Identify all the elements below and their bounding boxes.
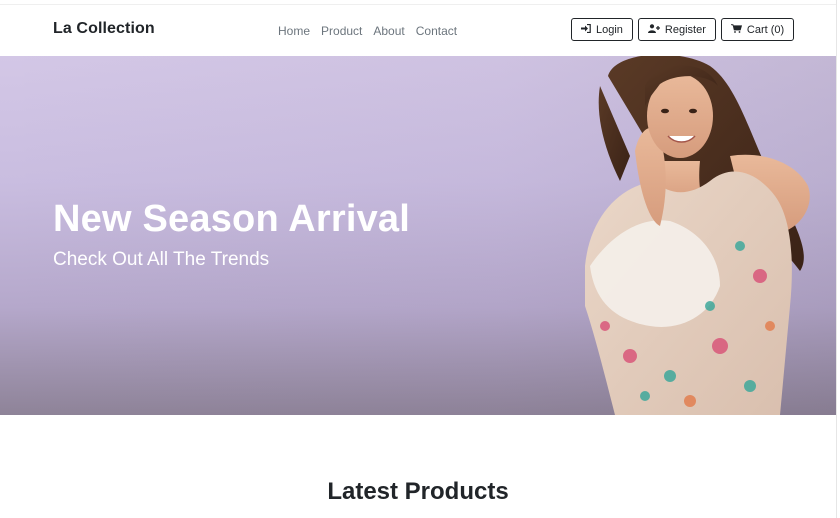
hero-banner: New Season Arrival Check Out All The Tre…	[0, 56, 836, 415]
section-title-latest-products: Latest Products	[327, 478, 509, 505]
cart-button[interactable]: Cart (0)	[720, 18, 795, 41]
login-label: Login	[596, 23, 623, 36]
user-plus-icon	[647, 24, 660, 35]
hero-subtitle: Check Out All The Trends	[53, 249, 270, 270]
nav-link-product[interactable]: Product	[321, 24, 362, 38]
brand-logo[interactable]: La Collection	[53, 20, 155, 38]
register-button[interactable]: Register	[637, 18, 716, 41]
shopping-cart-icon	[730, 24, 742, 35]
register-label: Register	[664, 23, 706, 36]
nav-link-about[interactable]: About	[373, 24, 404, 38]
cart-label: Cart (0)	[746, 23, 785, 36]
hero-title: New Season Arrival	[53, 198, 411, 240]
nav-buttons: Login Register Cart (0)	[571, 18, 799, 41]
hero-model-image	[585, 56, 810, 415]
page: La Collection Home Product About Contact…	[0, 0, 840, 518]
login-button[interactable]: Login	[571, 18, 633, 41]
navbar: La Collection Home Product About Contact…	[0, 5, 836, 55]
nav-links: Home Product About Contact	[278, 24, 468, 38]
page-right-border	[836, 0, 837, 518]
nav-link-home[interactable]: Home	[278, 24, 310, 38]
sign-in-icon	[581, 23, 591, 35]
nav-link-contact[interactable]: Contact	[416, 24, 457, 38]
